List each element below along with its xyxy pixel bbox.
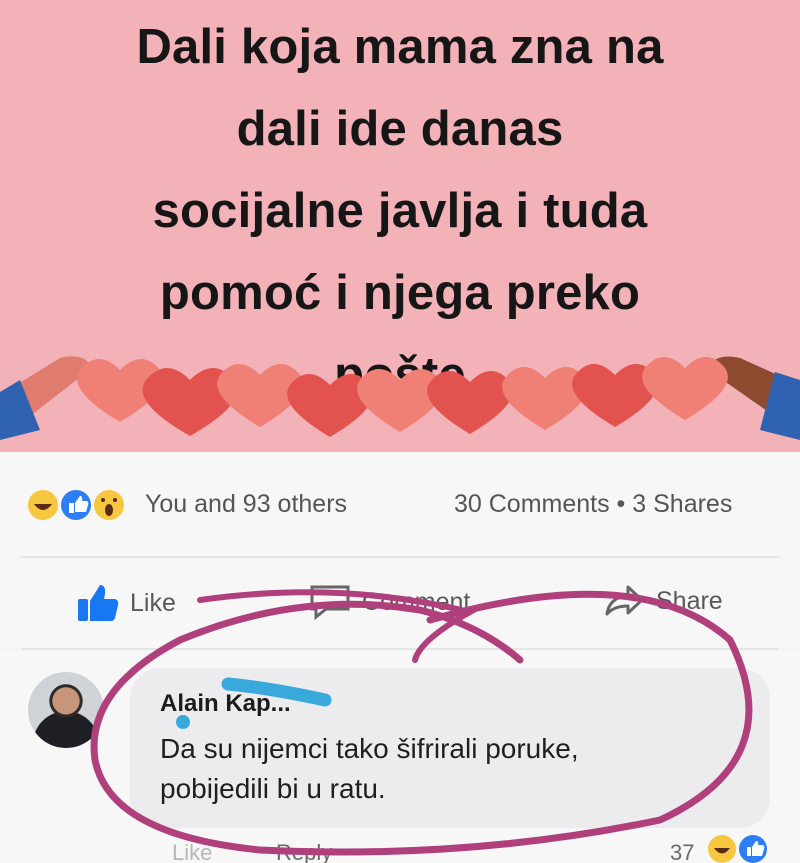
comment-icon (310, 585, 350, 621)
heart-icon (642, 357, 728, 420)
comment-author[interactable]: Alain Kap... (160, 690, 291, 718)
comments-shares-count[interactable]: 30 Comments • 3 Shares (454, 490, 732, 519)
reaction-icons[interactable] (26, 488, 136, 522)
like-label: Like (130, 588, 176, 617)
comment-reply-link[interactable]: Reply (276, 840, 332, 863)
comment-reaction-count[interactable]: 37 (670, 840, 694, 863)
avatar[interactable] (28, 672, 104, 748)
heart-icon (427, 371, 513, 434)
post-image[interactable]: Dali koja mama zna na dali ide danas soc… (0, 0, 800, 452)
share-label: Share (656, 586, 723, 615)
comment-label: Comment (362, 587, 471, 616)
share-icon (605, 585, 644, 616)
share-button[interactable]: Share (604, 583, 723, 619)
comment-like-link[interactable]: Like (172, 840, 212, 863)
reactions-label[interactable]: You and 93 others (145, 490, 347, 519)
hearts-garland (0, 356, 800, 440)
thumbs-up-icon (78, 585, 119, 621)
like-button[interactable]: Like (76, 583, 176, 623)
comment-reaction-icons[interactable] (705, 832, 775, 863)
comment-button[interactable]: Comment (308, 583, 470, 621)
comment-text: Da su nijemci tako šifrirali poruke, pob… (160, 733, 579, 804)
